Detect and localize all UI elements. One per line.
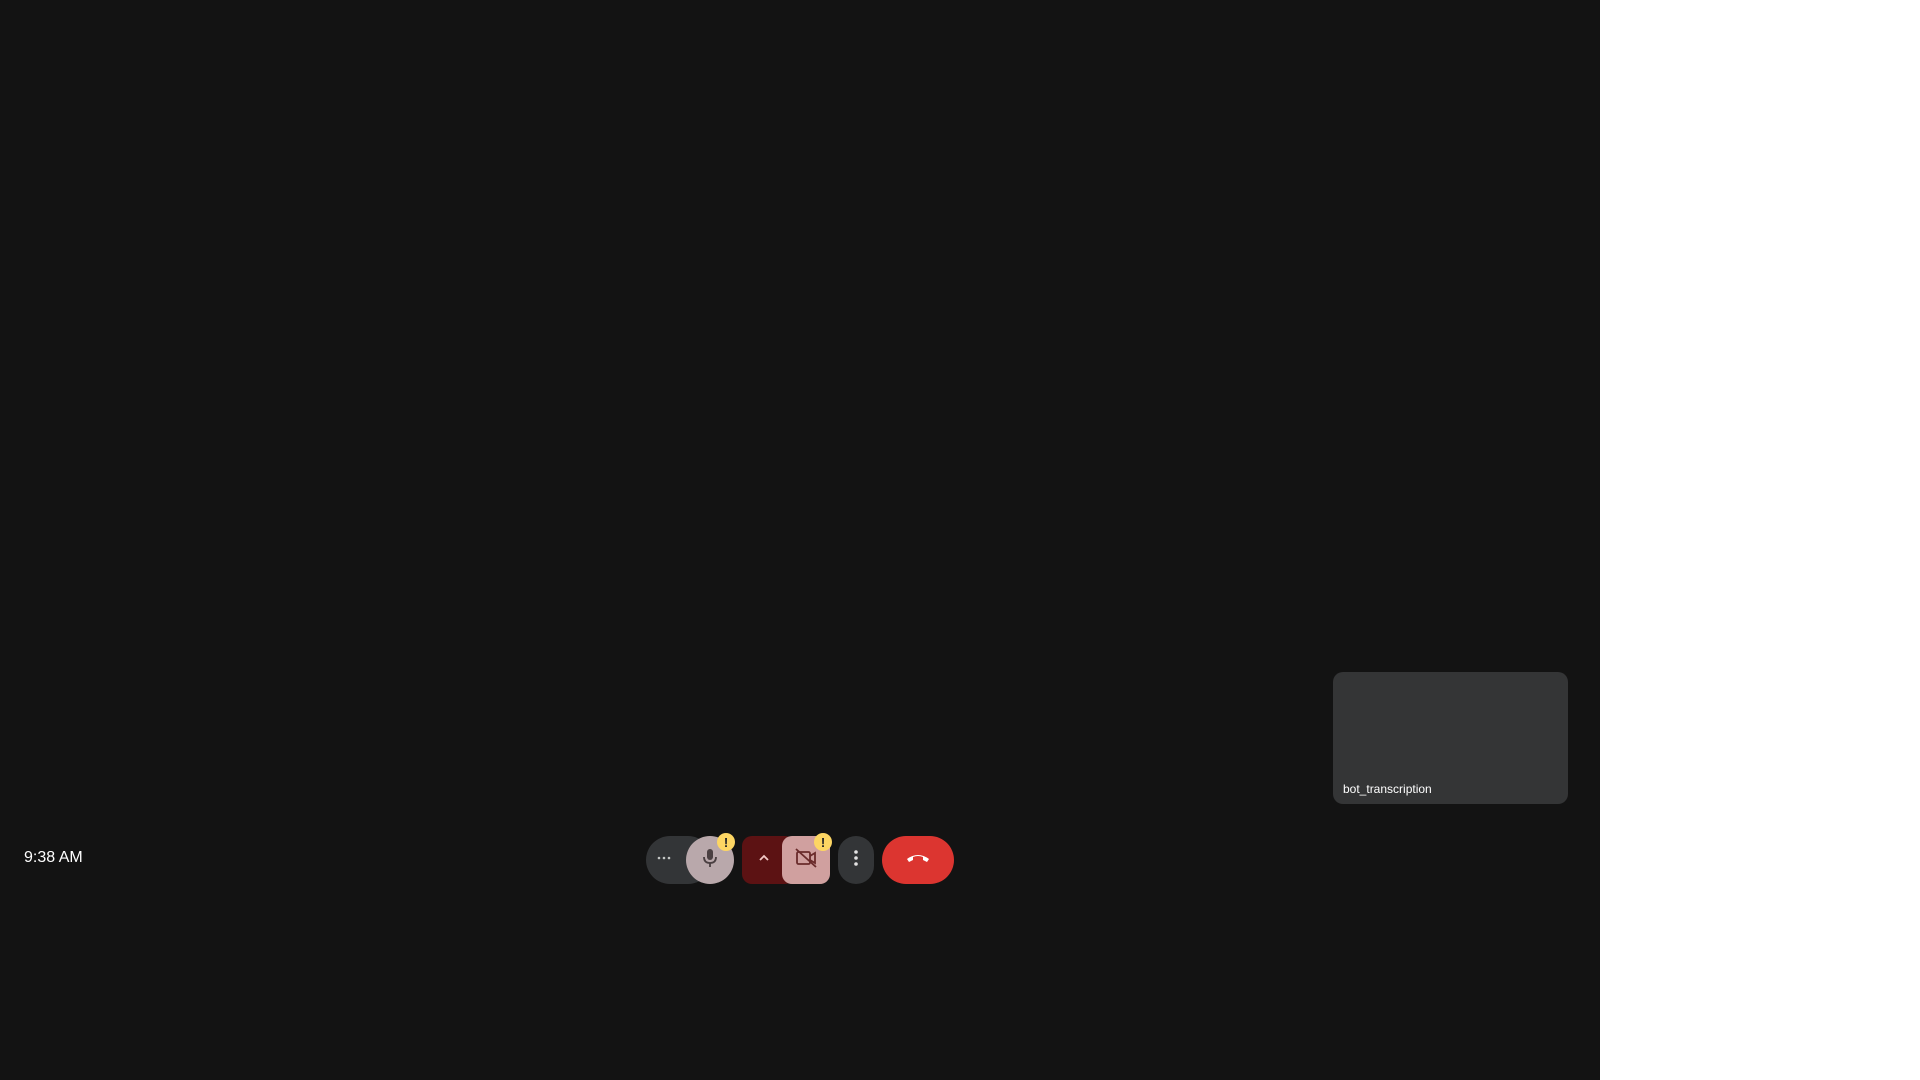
camera-warning-badge: ! [814,833,832,851]
chevron-up-icon [758,851,770,869]
video-off-icon [794,847,818,874]
more-options-button[interactable] [838,836,874,884]
meeting-stage: bot_transcription 9:38 AM ! ! [0,0,1600,1080]
participant-name: bot_transcription [1343,782,1432,796]
mic-warning-badge: ! [717,833,735,851]
more-horizontal-icon [656,850,672,871]
empty-side-area [1600,0,1920,1080]
leave-call-button[interactable] [882,836,954,884]
self-video-tile[interactable]: bot_transcription [1333,672,1568,804]
more-vertical-icon [853,849,859,872]
phone-hangup-icon [905,851,931,870]
microphone-icon [700,847,720,874]
call-controls-bar: ! ! [0,833,1600,884]
